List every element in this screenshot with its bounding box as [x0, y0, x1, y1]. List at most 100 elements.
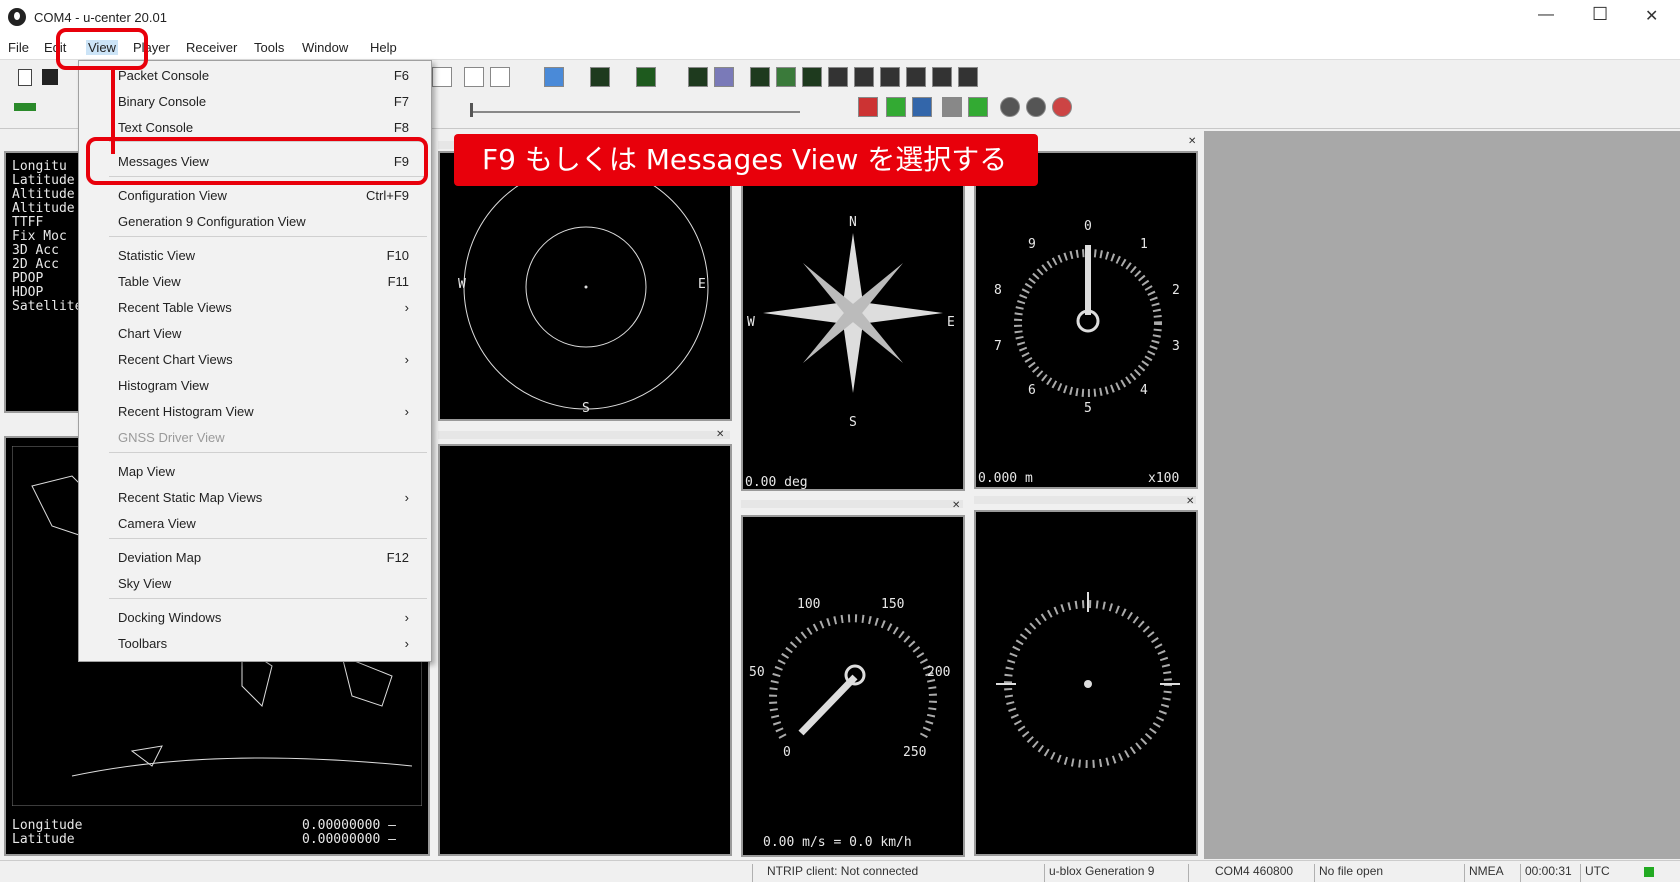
menu-item-recent-table-views[interactable]: Recent Table Views	[118, 300, 232, 315]
menu-help[interactable]: Help	[370, 40, 397, 55]
close-icon[interactable]: ✕	[1188, 136, 1196, 147]
menu-item-docking-windows[interactable]: Docking Windows	[118, 610, 221, 625]
menu-file[interactable]: File	[8, 40, 29, 55]
instruction-callout: F9 もしくは Messages View を選択する	[454, 134, 1038, 186]
close-icon[interactable]: ✕	[1186, 496, 1194, 507]
new-file-icon[interactable]	[18, 69, 32, 86]
submenu-arrow-icon: ›	[404, 490, 409, 505]
altimeter-tick: 8	[994, 283, 1002, 298]
panel-header	[974, 496, 1196, 504]
shortcut-label: F8	[393, 120, 409, 135]
map-longitude-value: 0.00000000 –	[302, 818, 396, 833]
close-icon[interactable]: ✕	[716, 429, 724, 440]
speed-tick: 250	[903, 745, 927, 760]
menu-item-recent-histogram-view[interactable]: Recent Histogram View	[118, 404, 254, 419]
menu-separator	[109, 452, 427, 453]
stop-icon[interactable]	[912, 97, 932, 117]
maximize-button[interactable]: ☐	[1592, 4, 1608, 25]
view-icon[interactable]	[802, 67, 822, 87]
chart-icon[interactable]	[590, 67, 610, 87]
menu-item-map-view[interactable]: Map View	[118, 464, 175, 479]
menu-item-statistic-view[interactable]: Statistic View	[118, 248, 195, 263]
menu-item-deviation-map[interactable]: Deviation Map	[118, 550, 201, 565]
layout-icon[interactable]	[490, 67, 510, 87]
speedometer-panel: 0 50 100 150 200 250 0.00 m/s = 0.0 km/h	[741, 515, 965, 857]
protocol-status: NMEA	[1464, 864, 1518, 882]
view-icon[interactable]	[828, 67, 848, 87]
status-bar: NTRIP client: Not connected u-blox Gener…	[0, 860, 1680, 882]
console-icon[interactable]	[688, 67, 708, 87]
altimeter-tick: 9	[1028, 237, 1036, 252]
view-icon[interactable]	[750, 67, 770, 87]
view-icon[interactable]	[932, 67, 952, 87]
map-longitude-label: Longitude	[12, 818, 83, 833]
menu-bar: File Edit View Player Receiver Tools Win…	[0, 36, 1680, 60]
data-label: Longitu	[12, 159, 67, 174]
histogram-icon[interactable]	[636, 67, 656, 87]
view-icon[interactable]	[776, 67, 796, 87]
menu-item-packet-console[interactable]: Packet Console	[118, 68, 209, 83]
view-icon[interactable]	[958, 67, 978, 87]
altimeter-panel: 0 1 2 3 4 5 6 7 8 9 0.000 m x100	[974, 151, 1198, 489]
speed-tick: 0	[783, 745, 791, 760]
menu-window[interactable]: Window	[302, 40, 348, 55]
view-icon[interactable]	[906, 67, 926, 87]
slider-thumb[interactable]	[470, 103, 473, 117]
shortcut-label: F6	[393, 68, 409, 83]
gear-icon[interactable]	[1052, 97, 1072, 117]
altimeter-tick: 3	[1172, 339, 1180, 354]
minimize-button[interactable]: —	[1538, 6, 1554, 24]
menu-item-recent-chart-views[interactable]: Recent Chart Views	[118, 352, 233, 367]
menu-item-gen9-configuration-view[interactable]: Generation 9 Configuration View	[118, 214, 306, 229]
panel-header	[741, 500, 963, 508]
layout-icon[interactable]	[432, 67, 452, 87]
save-icon[interactable]	[42, 69, 58, 85]
messages-view-highlight	[86, 137, 428, 185]
com-port-status: COM4 460800	[1188, 864, 1312, 882]
data-label: Fix Moc	[12, 229, 67, 244]
view-icon[interactable]	[854, 67, 874, 87]
menu-item-table-view[interactable]: Table View	[118, 274, 181, 289]
connect-icon[interactable]	[14, 103, 36, 111]
menu-item-binary-console[interactable]: Binary Console	[118, 94, 206, 109]
menu-item-recent-static-map-views[interactable]: Recent Static Map Views	[118, 490, 262, 505]
menu-item-toolbars[interactable]: Toolbars	[118, 636, 167, 651]
menu-item-text-console[interactable]: Text Console	[118, 120, 193, 135]
attitude-dial	[996, 592, 1180, 768]
data-label: 2D Acc	[12, 257, 59, 272]
gear-icon[interactable]	[1026, 97, 1046, 117]
altimeter-readout: 0.000 m	[978, 471, 1033, 486]
view-icon[interactable]	[880, 67, 900, 87]
playback-slider[interactable]	[470, 111, 800, 113]
menu-item-camera-view[interactable]: Camera View	[118, 516, 196, 531]
settings-icon[interactable]	[942, 97, 962, 117]
app-icon	[8, 8, 26, 26]
menu-item-histogram-view[interactable]: Histogram View	[118, 378, 209, 393]
menu-item-configuration-view[interactable]: Configuration View	[118, 188, 227, 203]
close-icon[interactable]: ✕	[952, 500, 960, 511]
layout-icon[interactable]	[464, 67, 484, 87]
play-icon[interactable]	[886, 97, 906, 117]
connection-indicator-icon	[1644, 867, 1654, 877]
compass-west-label: W	[747, 315, 755, 330]
submenu-arrow-icon: ›	[404, 636, 409, 651]
record-icon[interactable]	[858, 97, 878, 117]
menu-tools[interactable]: Tools	[254, 40, 284, 55]
close-button[interactable]: ✕	[1645, 6, 1658, 26]
settings-icon[interactable]	[968, 97, 988, 117]
speed-readout: 0.00 m/s = 0.0 km/h	[763, 835, 912, 850]
menu-item-chart-view[interactable]: Chart View	[118, 326, 181, 341]
map-icon[interactable]	[714, 67, 734, 87]
data-label: Satellite	[12, 299, 83, 314]
menu-item-sky-view[interactable]: Sky View	[118, 576, 171, 591]
altimeter-tick: 4	[1140, 383, 1148, 398]
sky-south-label: S	[582, 401, 590, 416]
shortcut-label: F11	[387, 274, 409, 289]
speedometer-dial	[769, 614, 937, 739]
gear-icon[interactable]	[1000, 97, 1020, 117]
colormap-icon[interactable]	[544, 67, 564, 87]
menu-receiver[interactable]: Receiver	[186, 40, 237, 55]
submenu-arrow-icon: ›	[404, 610, 409, 625]
shortcut-label: Ctrl+F9	[366, 188, 409, 203]
data-label: 3D Acc	[12, 243, 59, 258]
